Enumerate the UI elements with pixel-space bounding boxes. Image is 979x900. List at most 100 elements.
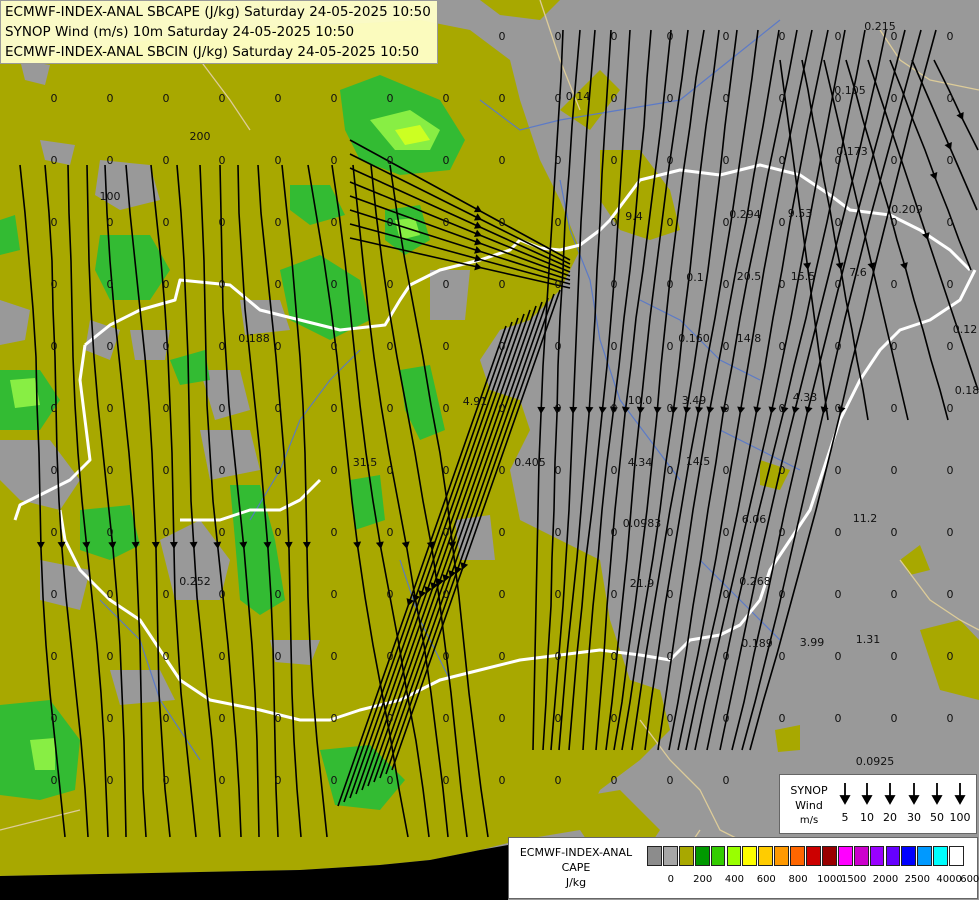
field-zero-label: 0 <box>331 278 338 291</box>
field-zero-label: 0 <box>443 340 450 353</box>
field-zero-label: 0 <box>555 30 562 43</box>
wind-legend-arrows <box>839 783 966 805</box>
field-value-label: 0.0925 <box>856 755 895 768</box>
field-zero-label: 0 <box>667 588 674 601</box>
cape-color-swatch <box>758 846 774 866</box>
field-zero-label: 0 <box>163 402 170 415</box>
cape-scale-tick-label: 2500 <box>904 874 931 885</box>
field-zero-label: 0 <box>163 278 170 291</box>
field-zero-label: 0 <box>163 588 170 601</box>
field-value-label: 9.4 <box>625 210 643 223</box>
cape-legend-title: ECMWF-INDEX-ANAL <box>519 846 633 859</box>
field-zero-label: 0 <box>443 774 450 787</box>
field-value-label: 14.5 <box>686 455 711 468</box>
field-zero-label: 0 <box>51 464 58 477</box>
field-zero-label: 0 <box>331 526 338 539</box>
field-zero-label: 0 <box>835 92 842 105</box>
field-zero-label: 0 <box>107 650 114 663</box>
field-zero-label: 0 <box>107 154 114 167</box>
field-zero-label: 0 <box>947 588 954 601</box>
field-zero-label: 0 <box>723 464 730 477</box>
field-zero-label: 0 <box>667 278 674 291</box>
cape-scale-tick-label: 2000 <box>872 874 899 885</box>
field-zero-label: 0 <box>163 712 170 725</box>
cape-color-swatch <box>662 846 678 866</box>
field-zero-label: 0 <box>835 30 842 43</box>
field-zero-label: 0 <box>611 92 618 105</box>
field-zero-label: 0 <box>835 712 842 725</box>
cape-color-scale <box>647 846 965 866</box>
field-zero-label: 0 <box>723 650 730 663</box>
field-zero-label: 0 <box>163 340 170 353</box>
field-zero-label: 0 <box>667 340 674 353</box>
field-zero-label: 0 <box>611 526 618 539</box>
field-value-label: 4.33 <box>793 391 818 404</box>
field-zero-label: 0 <box>275 774 282 787</box>
field-zero-label: 0 <box>331 464 338 477</box>
field-zero-label: 0 <box>499 402 506 415</box>
cape-color-swatch <box>917 846 933 866</box>
field-zero-label: 0 <box>499 340 506 353</box>
field-zero-label: 0 <box>667 402 674 415</box>
field-zero-label: 0 <box>779 154 786 167</box>
field-zero-label: 0 <box>51 216 58 229</box>
field-zero-label: 0 <box>555 774 562 787</box>
field-zero-label: 0 <box>891 526 898 539</box>
field-zero-label: 0 <box>387 464 394 477</box>
field-zero-label: 0 <box>387 278 394 291</box>
field-zero-label: 0 <box>331 216 338 229</box>
field-zero-label: 0 <box>443 154 450 167</box>
field-zero-label: 0 <box>611 340 618 353</box>
field-value-label: 0.14 <box>566 90 591 103</box>
field-zero-label: 0 <box>387 774 394 787</box>
field-zero-label: 0 <box>275 154 282 167</box>
field-zero-label: 0 <box>51 650 58 663</box>
field-zero-label: 0 <box>611 30 618 43</box>
cape-scale-tick-label: 800 <box>788 874 808 885</box>
field-zero-label: 0 <box>219 712 226 725</box>
field-zero-label: 0 <box>947 278 954 291</box>
field-zero-label: 0 <box>163 526 170 539</box>
field-zero-label: 0 <box>51 588 58 601</box>
field-zero-label: 0 <box>219 650 226 663</box>
field-zero-label: 0 <box>51 340 58 353</box>
field-zero-label: 0 <box>107 712 114 725</box>
field-zero-label: 0 <box>723 216 730 229</box>
field-zero-label: 0 <box>499 30 506 43</box>
wind-legend-speed: 5 <box>841 811 849 824</box>
field-zero-label: 0 <box>555 402 562 415</box>
field-zero-label: 0 <box>779 712 786 725</box>
cape-color-swatch <box>853 846 869 866</box>
field-zero-label: 0 <box>835 588 842 601</box>
field-zero-label: 0 <box>947 154 954 167</box>
field-zero-label: 0 <box>835 526 842 539</box>
field-value-label: 6.06 <box>742 513 767 526</box>
cape-color-swatch <box>869 846 885 866</box>
field-zero-label: 0 <box>555 464 562 477</box>
wind-legend-speed: 30 <box>907 811 921 824</box>
field-zero-label: 0 <box>723 340 730 353</box>
field-zero-label: 0 <box>331 712 338 725</box>
field-value-label: 0.160 <box>678 332 710 345</box>
field-zero-label: 0 <box>219 92 226 105</box>
field-zero-label: 0 <box>443 588 450 601</box>
field-zero-label: 0 <box>611 464 618 477</box>
field-zero-label: 0 <box>891 712 898 725</box>
field-zero-label: 0 <box>387 92 394 105</box>
field-zero-label: 0 <box>107 278 114 291</box>
cape-color-swatch <box>885 846 901 866</box>
field-zero-label: 0 <box>163 774 170 787</box>
cape-scale-tick-label: 200 <box>693 874 713 885</box>
field-zero-label: 0 <box>835 464 842 477</box>
field-zero-label: 0 <box>667 216 674 229</box>
field-zero-label: 0 <box>499 774 506 787</box>
cape-color-swatch <box>694 846 710 866</box>
field-zero-label: 0 <box>163 650 170 663</box>
field-zero-label: 0 <box>555 650 562 663</box>
field-zero-label: 0 <box>947 712 954 725</box>
field-zero-label: 0 <box>219 278 226 291</box>
field-zero-label: 0 <box>667 526 674 539</box>
field-zero-label: 0 <box>51 774 58 787</box>
field-zero-label: 0 <box>667 774 674 787</box>
title-line-sbcin: ECMWF-INDEX-ANAL SBCIN (J/kg) Saturday 2… <box>5 44 420 60</box>
